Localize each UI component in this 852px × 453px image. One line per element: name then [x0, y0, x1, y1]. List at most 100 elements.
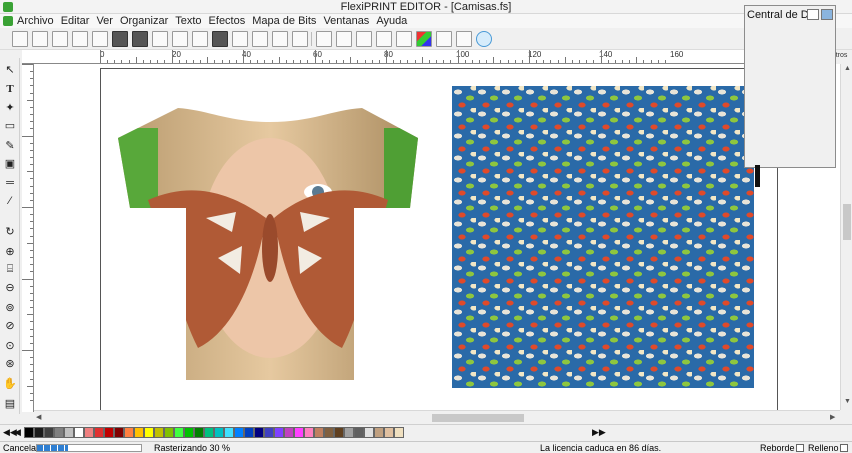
crop-icon[interactable]: ▣ [3, 156, 17, 170]
menu-mapa-de-bits[interactable]: Mapa de Bits [252, 15, 316, 27]
color-swatch[interactable] [144, 427, 154, 438]
fill-icon[interactable]: ▤ [3, 396, 17, 410]
color-picker-icon[interactable] [456, 31, 472, 47]
open-template-icon[interactable] [32, 31, 48, 47]
menu-editar[interactable]: Editar [61, 15, 90, 27]
color-swatch[interactable] [294, 427, 304, 438]
color-manager-icon[interactable] [416, 31, 432, 47]
color-swatch[interactable] [84, 427, 94, 438]
zoom-all-icon[interactable]: ⊛ [3, 356, 17, 370]
color-swatch[interactable] [264, 427, 274, 438]
send-to-cutter-icon[interactable] [132, 31, 148, 47]
canvas-area[interactable] [34, 64, 840, 410]
text-icon[interactable]: T [3, 82, 17, 96]
color-profile-icon[interactable] [436, 31, 452, 47]
pan-icon[interactable]: ⌸ [3, 262, 17, 276]
menu-ver[interactable]: Ver [96, 15, 113, 27]
color-swatch[interactable] [94, 427, 104, 438]
scroll-up-icon[interactable]: ▲ [844, 65, 851, 72]
outline-swatch[interactable] [796, 444, 804, 452]
scroll-left-icon[interactable]: ◀ [36, 413, 41, 421]
color-swatch[interactable] [214, 427, 224, 438]
menu-texto[interactable]: Texto [175, 15, 201, 27]
zoom-fit-icon[interactable]: ⊚ [3, 300, 17, 314]
menu-archivo[interactable]: Archivo [17, 15, 54, 27]
tiling-icon[interactable] [396, 31, 412, 47]
color-swatch[interactable] [364, 427, 374, 438]
menu-organizar[interactable]: Organizar [120, 15, 168, 27]
rotate-icon[interactable]: ↻ [3, 224, 17, 238]
palette-prev-icon[interactable]: ◀ [14, 427, 21, 438]
copy-icon[interactable] [192, 31, 208, 47]
color-swatch[interactable] [174, 427, 184, 438]
menu-ventanas[interactable]: Ventanas [323, 15, 369, 27]
color-swatch[interactable] [334, 427, 344, 438]
color-swatch[interactable] [194, 427, 204, 438]
color-swatch[interactable] [74, 427, 84, 438]
horizontal-scroll-thumb[interactable] [432, 414, 524, 422]
job-queue-icon[interactable] [356, 31, 372, 47]
color-swatch[interactable] [374, 427, 384, 438]
eyedropper-icon[interactable]: ⁄ [3, 194, 17, 208]
magic-icon[interactable]: ⊘ [3, 318, 17, 332]
color-swatch[interactable] [244, 427, 254, 438]
menu-ayuda[interactable]: Ayuda [376, 15, 407, 27]
color-swatch[interactable] [274, 427, 284, 438]
cut-icon[interactable] [172, 31, 188, 47]
color-swatch[interactable] [54, 427, 64, 438]
print-icon[interactable] [112, 31, 128, 47]
color-swatch[interactable] [184, 427, 194, 438]
vertical-scroll-thumb[interactable] [843, 204, 851, 240]
palette-next-icon[interactable]: ▶▶ [592, 427, 606, 438]
magnifier-icon[interactable]: ⊙ [3, 338, 17, 352]
properties-icon[interactable] [316, 31, 332, 47]
preview-icon[interactable] [336, 31, 352, 47]
color-swatch[interactable] [394, 427, 404, 438]
color-swatch[interactable] [104, 427, 114, 438]
ruler-icon[interactable]: ═ [3, 176, 17, 190]
color-swatch[interactable] [324, 427, 334, 438]
docker-close-icon[interactable] [821, 9, 833, 20]
undo-icon[interactable] [232, 31, 248, 47]
scroll-right-icon[interactable]: ▶ [830, 413, 835, 421]
color-swatch[interactable] [204, 427, 214, 438]
color-swatch[interactable] [384, 427, 394, 438]
color-swatch[interactable] [114, 427, 124, 438]
import-icon[interactable] [72, 31, 88, 47]
color-swatch[interactable] [224, 427, 234, 438]
undo-multiple-icon[interactable] [272, 31, 288, 47]
color-swatch[interactable] [134, 427, 144, 438]
t-shirt-artwork[interactable] [118, 108, 422, 380]
color-swatch[interactable] [44, 427, 54, 438]
redo-icon[interactable] [252, 31, 268, 47]
paste-icon[interactable] [212, 31, 228, 47]
pen-icon[interactable]: ✎ [3, 138, 17, 152]
save-icon[interactable] [52, 31, 68, 47]
pointer-icon[interactable]: ↖ [3, 62, 17, 76]
rip-icon[interactable] [152, 31, 168, 47]
color-swatch[interactable] [24, 427, 34, 438]
globe-icon[interactable] [376, 31, 392, 47]
zoom-in-icon[interactable]: ⊕ [3, 244, 17, 258]
horizontal-scrollbar[interactable]: ◀ ▶ [34, 410, 840, 424]
scroll-down-icon[interactable]: ▼ [844, 398, 851, 405]
color-swatch[interactable] [164, 427, 174, 438]
cancel-button[interactable]: Cancelar [3, 443, 39, 453]
color-swatch[interactable] [314, 427, 324, 438]
fish-pattern-image[interactable] [452, 86, 754, 388]
vertical-scrollbar[interactable]: ▲ ▼ [840, 64, 852, 410]
color-swatch[interactable] [124, 427, 134, 438]
color-swatch[interactable] [254, 427, 264, 438]
color-swatch[interactable] [234, 427, 244, 438]
color-swatch[interactable] [284, 427, 294, 438]
docker-minimize-icon[interactable] [807, 9, 819, 20]
color-swatch[interactable] [154, 427, 164, 438]
export-icon[interactable] [92, 31, 108, 47]
color-swatch[interactable] [34, 427, 44, 438]
redo-multiple-icon[interactable] [292, 31, 308, 47]
shape-icon[interactable]: ✦ [3, 100, 17, 114]
rectangle-icon[interactable]: ▭ [3, 118, 17, 132]
hand-icon[interactable]: ✋ [3, 376, 17, 390]
cloud-upload-icon[interactable] [476, 31, 492, 47]
color-swatch[interactable] [64, 427, 74, 438]
